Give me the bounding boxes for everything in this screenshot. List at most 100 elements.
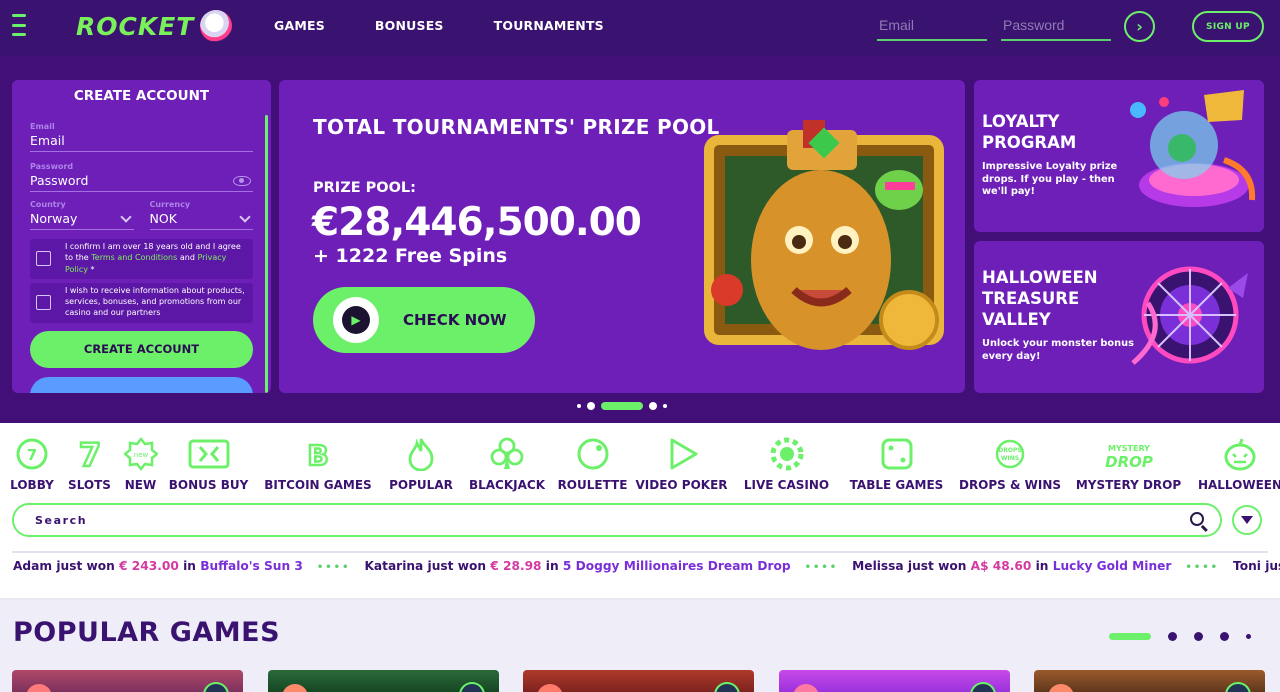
chevron-down-icon	[239, 210, 251, 223]
category-lobby[interactable]: 7 LOBBY	[10, 437, 54, 492]
winner-verb: just won	[423, 559, 491, 573]
category-bonus-buy[interactable]: BONUS BUY	[169, 437, 248, 492]
game-thumbnail[interactable]	[523, 670, 754, 692]
pager-dot[interactable]	[1220, 632, 1229, 641]
game-thumbnail[interactable]	[1034, 670, 1265, 692]
category-roulette[interactable]: ROULETTE	[558, 437, 627, 492]
category-video-poker[interactable]: VIDEO POKER	[635, 437, 728, 492]
menu-icon[interactable]	[12, 14, 28, 36]
winner-prep: in	[541, 559, 563, 573]
email-input[interactable]	[877, 10, 987, 41]
nav-tournaments[interactable]: TOURNAMENTS	[494, 18, 604, 33]
nav-bonuses[interactable]: BONUSES	[375, 18, 444, 33]
country-select[interactable]: Country Norway	[30, 200, 134, 230]
filter-icon	[1241, 516, 1253, 524]
ticker-separator: ••••	[316, 562, 351, 573]
winner-prep: in	[178, 559, 201, 573]
loyalty-title: LOYALTY PROGRAM	[982, 112, 1077, 152]
filter-button[interactable]	[1232, 505, 1262, 535]
game-thumbnail[interactable]	[268, 670, 499, 692]
search-input[interactable]: Search	[35, 514, 87, 527]
show-password-icon[interactable]	[233, 176, 251, 186]
category-halloween[interactable]: HALLOWEEN	[1196, 437, 1280, 492]
logo[interactable]: ROCKET	[76, 6, 233, 46]
loyalty-program-card[interactable]: LOYALTY PROGRAM Impressive Loyalty prize d…	[974, 80, 1264, 232]
category-new[interactable]: new NEW	[123, 437, 158, 492]
category-label: MYSTERY DROP	[1075, 478, 1182, 492]
category-label: NEW	[124, 478, 157, 492]
svg-text:WINS: WINS	[1001, 455, 1019, 462]
category-slots[interactable]: 7 SLOTS	[67, 437, 112, 492]
currency-label: Currency	[149, 200, 191, 209]
divider	[12, 551, 1268, 553]
category-drops-wins[interactable]: DROPS WINS DROPS & WINS	[959, 437, 1061, 492]
search-icon[interactable]	[1190, 512, 1204, 526]
terms-link[interactable]: Terms and Conditions	[91, 253, 177, 262]
pager-dot[interactable]	[1168, 632, 1177, 641]
category-label: TABLE GAMES	[849, 478, 944, 492]
password-input[interactable]	[1001, 10, 1111, 41]
alternate-signup-button[interactable]	[30, 376, 253, 393]
game-thumbnail[interactable]	[12, 670, 243, 692]
rocket-mascot-icon: ▶	[333, 297, 379, 343]
winner-name: Katarina	[364, 559, 424, 573]
carousel-dot-active[interactable]	[601, 402, 643, 410]
halloween-promo-card[interactable]: HALLOWEEN TREASURE VALLEY Unlock your mons…	[974, 241, 1264, 393]
signup-password-value[interactable]: Password	[30, 171, 253, 192]
currency-select[interactable]: Currency NOK	[149, 200, 253, 230]
category-table-games[interactable]: TABLE GAMES	[847, 437, 946, 492]
category-label: LIVE CASINO	[743, 478, 830, 492]
game-search-field[interactable]: Search	[12, 503, 1222, 537]
carousel-dot[interactable]	[649, 402, 657, 410]
seven-icon: 7	[73, 437, 107, 471]
svg-text:DROP: DROP	[1105, 453, 1153, 471]
winner-game-link[interactable]: Lucky Gold Miner	[1053, 559, 1172, 573]
carousel-dot[interactable]	[663, 404, 667, 408]
login-submit-button[interactable]: ›	[1124, 11, 1155, 42]
category-popular[interactable]: POPULAR	[388, 437, 454, 492]
category-label: BLACKJACK	[468, 478, 546, 492]
winner-game-link[interactable]: 5 Doggy Millionaires Dream Drop	[563, 559, 791, 573]
age-consent-text: I confirm I am over 18 years old and I a…	[65, 241, 249, 275]
category-mystery-drop[interactable]: MYSTERY DROP MYSTERY DROP	[1074, 437, 1183, 492]
marketing-consent-checkbox[interactable]	[36, 294, 51, 310]
carousel-dot[interactable]	[577, 404, 581, 408]
category-label: VIDEO POKER	[635, 478, 728, 492]
pager-dot[interactable]	[1246, 634, 1251, 639]
winner-name: Melissa	[852, 559, 904, 573]
signup-email-value[interactable]: Email	[30, 131, 253, 152]
create-account-button[interactable]: CREATE ACCOUNT	[30, 330, 253, 368]
category-label: DROPS & WINS	[958, 478, 1062, 492]
winner-game-link[interactable]: Buffalo's Sun 3	[200, 559, 303, 573]
signup-password-field[interactable]: Password Password	[30, 162, 253, 192]
sign-up-button[interactable]: SIGN UP	[1192, 11, 1264, 42]
winner-name: Adam	[13, 559, 53, 573]
signup-title: CREATE ACCOUNT	[73, 88, 210, 104]
winner-verb: just won	[903, 559, 971, 573]
casino-page: { "brand": {"name": "ROCKET"}, "nav": {"…	[0, 0, 1280, 692]
tournament-promo-banner[interactable]: TOTAL TOURNAMENTS' PRIZE POOL PRIZE POOL…	[279, 80, 965, 393]
carousel-dot[interactable]	[587, 402, 595, 410]
category-label: POPULAR	[389, 478, 453, 492]
signup-email-field[interactable]: Email Email	[30, 122, 253, 152]
pager-dot-active[interactable]	[1109, 633, 1151, 640]
category-bitcoin-games[interactable]: B BITCOIN GAMES	[261, 437, 375, 492]
main-nav: GAMES BONUSES TOURNAMENTS	[274, 18, 604, 33]
arrow-right-icon: ›	[1136, 17, 1143, 36]
pager-dot[interactable]	[1194, 632, 1203, 641]
recent-winners-ticker: Adam just won € 243.00 in Buffalo's Sun …	[13, 559, 1280, 573]
game-thumbnail[interactable]	[779, 670, 1010, 692]
category-live-casino[interactable]: LIVE CASINO	[739, 437, 834, 492]
check-now-button[interactable]: ▶ CHECK NOW	[313, 287, 535, 353]
signup-email-label: Email	[30, 122, 55, 131]
age-consent-checkbox[interactable]	[36, 251, 51, 266]
bitcoin-icon: B	[301, 437, 335, 471]
flame-icon	[404, 437, 438, 471]
pumpkin-icon	[1223, 437, 1257, 471]
category-blackjack[interactable]: BLACKJACK	[466, 437, 548, 492]
panel-scrollbar[interactable]	[265, 115, 268, 393]
category-label: SLOTS	[68, 478, 111, 492]
nav-games[interactable]: GAMES	[274, 18, 325, 33]
loyalty-desc: Impressive Loyalty prize drops. If you pl…	[982, 161, 1118, 197]
svg-text:7: 7	[78, 437, 100, 471]
